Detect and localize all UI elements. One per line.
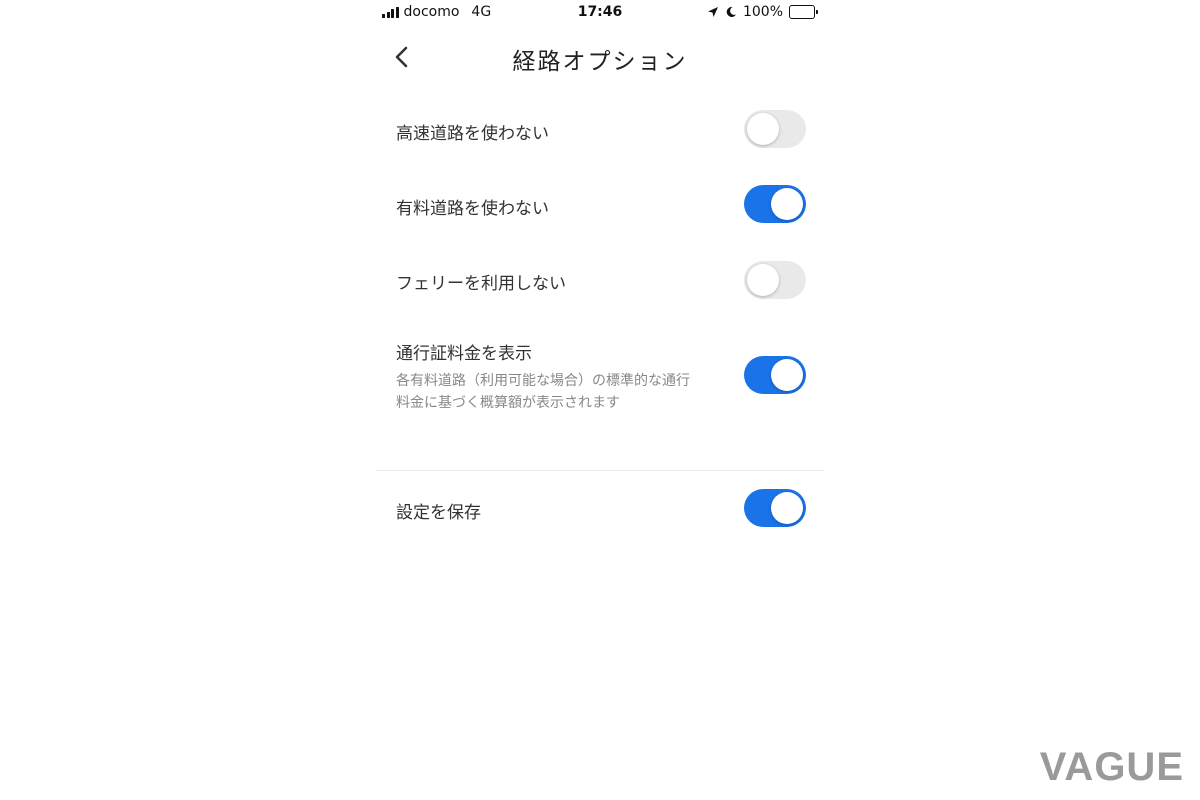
watermark-logo: VAGUE	[1039, 745, 1184, 789]
location-arrow-icon	[707, 7, 718, 17]
option-description: 各有料道路（利用可能な場合）の標準的な通行 料金に基づく概算額が表示されます	[396, 370, 736, 414]
avoid-ferries-toggle[interactable]	[744, 261, 806, 299]
option-label: 通行証料金を表示	[396, 344, 532, 364]
status-right: 100%	[707, 4, 818, 20]
option-row-avoid-ferries: フェリーを利用しない	[376, 261, 824, 301]
nav-bar: 経路オプション	[376, 30, 824, 86]
option-label: 高速道路を使わない	[396, 124, 549, 144]
option-row-avoid-highways: 高速道路を使わない	[376, 110, 824, 150]
option-row-avoid-tolls: 有料道路を使わない	[376, 185, 824, 225]
avoid-tolls-toggle[interactable]	[744, 185, 806, 223]
option-label: フェリーを利用しない	[396, 274, 566, 294]
page-title: 経路オプション	[512, 49, 688, 75]
option-label: 設定を保存	[396, 503, 481, 523]
toggle-knob	[771, 492, 803, 524]
option-description-line: 料金に基づく概算額が表示されます	[396, 395, 620, 411]
toggle-knob	[747, 264, 779, 296]
option-label: 有料道路を使わない	[396, 199, 549, 219]
option-row-save-settings: 設定を保存	[376, 489, 824, 529]
option-description-line: 各有料道路（利用可能な場合）の標準的な通行	[396, 373, 690, 389]
avoid-highways-toggle[interactable]	[744, 110, 806, 148]
battery-icon	[789, 5, 818, 19]
divider	[376, 470, 824, 471]
toggle-knob	[771, 188, 803, 220]
show-toll-price-toggle[interactable]	[744, 356, 806, 394]
save-settings-toggle[interactable]	[744, 489, 806, 527]
phone-screen: docomo 4G 17:46 100% 経路オプション 高速道路を使わない 有…	[376, 0, 824, 800]
status-bar: docomo 4G 17:46 100%	[376, 0, 824, 26]
option-row-show-toll-price: 通行証料金を表示 各有料道路（利用可能な場合）の標準的な通行 料金に基づく概算額…	[376, 338, 824, 418]
moon-icon	[726, 6, 736, 17]
battery-percent: 100%	[742, 4, 783, 20]
toggle-knob	[771, 359, 803, 391]
toggle-knob	[747, 113, 779, 145]
